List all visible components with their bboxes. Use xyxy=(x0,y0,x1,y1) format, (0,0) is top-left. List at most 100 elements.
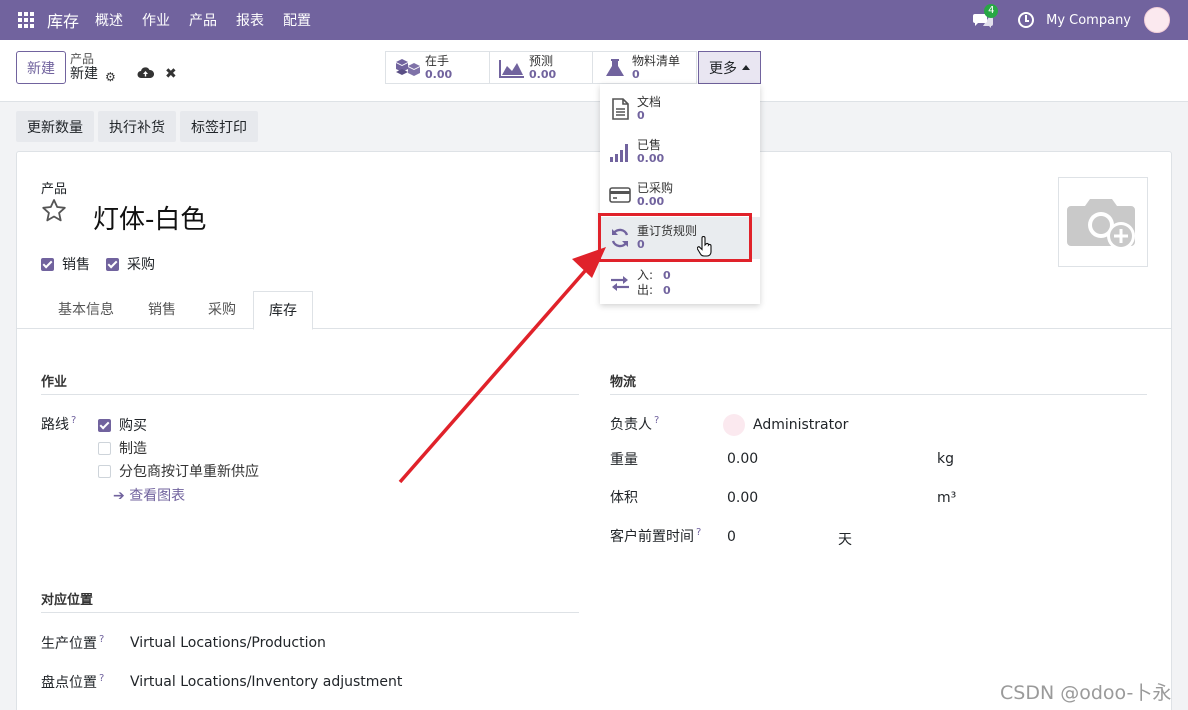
flask-icon xyxy=(606,58,624,76)
production-location-field[interactable]: Virtual Locations/Production xyxy=(130,635,326,651)
menu-reporting[interactable]: 报表 xyxy=(236,10,264,30)
volume-field[interactable]: 0.00 xyxy=(727,490,758,506)
can-be-purchased-checkbox[interactable]: 采购 xyxy=(106,254,155,274)
can-be-sold-checkbox[interactable]: 销售 xyxy=(41,254,90,274)
tab-sales[interactable]: 销售 xyxy=(148,291,176,329)
discard-icon[interactable]: ✖ xyxy=(165,66,177,82)
tab-inventory[interactable]: 库存 xyxy=(253,291,313,330)
app-brand[interactable]: 库存 xyxy=(47,8,79,32)
can-be-purchased-label: 采购 xyxy=(127,257,155,273)
breadcrumb-current: 新建 xyxy=(70,66,98,82)
company-switcher[interactable]: My Company xyxy=(1046,13,1131,28)
stat-bom-value: 0 xyxy=(632,67,640,81)
weight-unit: kg xyxy=(937,451,954,467)
stat-forecast[interactable]: 预测 0.00 xyxy=(489,51,593,84)
print-labels-button[interactable]: 标签打印 xyxy=(180,111,258,142)
document-icon xyxy=(612,98,629,120)
header-actions: 更新数量 执行补货 标签打印 xyxy=(16,111,262,142)
in-out-values: 入: 0 出: 0 xyxy=(637,268,671,297)
activity-clock-icon[interactable] xyxy=(1018,12,1035,28)
route-buy-checkbox[interactable]: 购买 xyxy=(98,415,147,435)
stat-forecast-value: 0.00 xyxy=(529,67,557,81)
gear-icon[interactable]: ⚙ xyxy=(105,70,116,84)
replenish-button[interactable]: 执行补货 xyxy=(98,111,176,142)
responsible-label: 负责人? xyxy=(610,415,660,433)
menu-overview[interactable]: 概述 xyxy=(95,10,123,30)
more-dropdown-menu: 文档 0 已售 0.00 已采购 0.00 重订货规则 0 入: 0 出: 0 xyxy=(600,84,760,304)
route-subcontract-label: 分包商按订单重新供应 xyxy=(119,464,259,480)
arrow-right-icon: ➔ xyxy=(113,488,130,504)
help-mark[interactable]: ? xyxy=(696,527,701,538)
purchased-label: 已采购 xyxy=(637,181,674,195)
notebook-tabs: 基本信息 销售 采购 库存 xyxy=(17,291,1171,330)
checkbox-unchecked-icon xyxy=(98,441,111,455)
apps-grid-icon[interactable] xyxy=(18,12,34,28)
avatar xyxy=(723,414,745,436)
sold-label: 已售 xyxy=(637,138,662,152)
new-button[interactable]: 新建 xyxy=(16,51,66,84)
customer-lead-time-field[interactable]: 0 xyxy=(727,529,736,545)
route-manufacture-checkbox[interactable]: 制造 xyxy=(98,438,147,458)
volume-label: 体积 xyxy=(610,490,638,506)
top-navbar: 库存 概述 作业 产品 报表 配置 4 My Company xyxy=(0,0,1188,40)
inventory-location-field[interactable]: Virtual Locations/Inventory adjustment xyxy=(130,674,402,690)
caret-up-icon xyxy=(742,65,750,70)
weight-field[interactable]: 0.00 xyxy=(727,451,758,467)
menu-products[interactable]: 产品 xyxy=(189,10,217,30)
stat-bom[interactable]: 物料清单 0 xyxy=(592,51,697,84)
chat-icon[interactable]: 4 xyxy=(972,4,999,29)
stat-on-hand-value: 0.00 xyxy=(425,67,453,81)
stat-on-hand[interactable]: 在手 0.00 xyxy=(385,51,490,84)
responsible-field[interactable]: Administrator xyxy=(723,414,848,436)
dropdown-item-in-out[interactable]: 入: 0 出: 0 xyxy=(600,262,760,304)
tab-general-info[interactable]: 基本信息 xyxy=(58,291,114,329)
hand-pointer-cursor-icon xyxy=(697,236,712,257)
view-diagram-link[interactable]: ➔ 查看图表 xyxy=(113,485,185,505)
product-image-upload[interactable] xyxy=(1058,177,1148,267)
checkbox-checked-icon xyxy=(106,257,119,271)
signal-icon xyxy=(610,144,628,162)
breadcrumb: 产品 新建 xyxy=(70,52,98,82)
sold-value: 0.00 xyxy=(637,152,665,165)
checkbox-checked-icon xyxy=(98,418,111,432)
credit-card-icon xyxy=(609,187,631,203)
user-avatar[interactable] xyxy=(1144,7,1170,33)
form-sheet: 产品 灯体-白色 销售 采购 基本信息 销售 采购 库存 作业 路线? 购买 制… xyxy=(16,151,1172,710)
star-icon[interactable] xyxy=(41,198,67,224)
weight-label: 重量 xyxy=(610,452,638,468)
dropdown-item-purchased[interactable]: 已采购 0.00 xyxy=(600,174,760,216)
can-be-sold-label: 销售 xyxy=(62,257,90,273)
documents-label: 文档 xyxy=(637,95,662,109)
lead-time-unit: 天 xyxy=(838,532,852,548)
camera-plus-icon xyxy=(1067,199,1135,250)
inventory-location-label: 盘点位置? xyxy=(41,673,105,691)
dropdown-item-documents[interactable]: 文档 0 xyxy=(600,88,760,130)
stat-on-hand-label: 在手 xyxy=(425,53,450,68)
tab-purchase[interactable]: 采购 xyxy=(208,291,236,329)
menu-operations[interactable]: 作业 xyxy=(142,10,170,30)
operations-section-title: 作业 xyxy=(41,371,579,395)
control-panel: 新建 产品 新建 ⚙ ✖ 在手 0.00 预测 0.00 物料清单 0 更多 xyxy=(0,40,1188,102)
dropdown-item-sold[interactable]: 已售 0.00 xyxy=(600,131,760,173)
help-mark[interactable]: ? xyxy=(99,634,104,645)
stat-forecast-label: 预测 xyxy=(529,53,554,68)
volume-unit: m³ xyxy=(937,490,957,506)
watermark-text: CSDN @odoo-卜永 xyxy=(1000,682,1172,704)
help-mark[interactable]: ? xyxy=(99,673,104,684)
more-button[interactable]: 更多 xyxy=(698,51,761,84)
save-cloud-icon[interactable] xyxy=(137,67,154,79)
update-quantity-button[interactable]: 更新数量 xyxy=(16,111,94,142)
breadcrumb-parent[interactable]: 产品 xyxy=(70,52,98,67)
production-location-label: 生产位置? xyxy=(41,634,105,652)
help-mark[interactable]: ? xyxy=(654,415,659,426)
menu-configuration[interactable]: 配置 xyxy=(283,10,311,30)
main-menu: 概述 作业 产品 报表 配置 xyxy=(95,10,330,30)
logistics-section-title: 物流 xyxy=(610,371,1147,395)
exchange-arrows-icon xyxy=(611,276,629,291)
help-mark[interactable]: ? xyxy=(71,415,76,426)
customer-lead-time-label: 客户前置时间? xyxy=(610,527,702,545)
locations-section-title: 对应位置 xyxy=(41,589,579,613)
product-name[interactable]: 灯体-白色 xyxy=(93,199,206,236)
stat-bom-label: 物料清单 xyxy=(632,53,681,68)
route-subcontract-checkbox[interactable]: 分包商按订单重新供应 xyxy=(98,461,259,481)
